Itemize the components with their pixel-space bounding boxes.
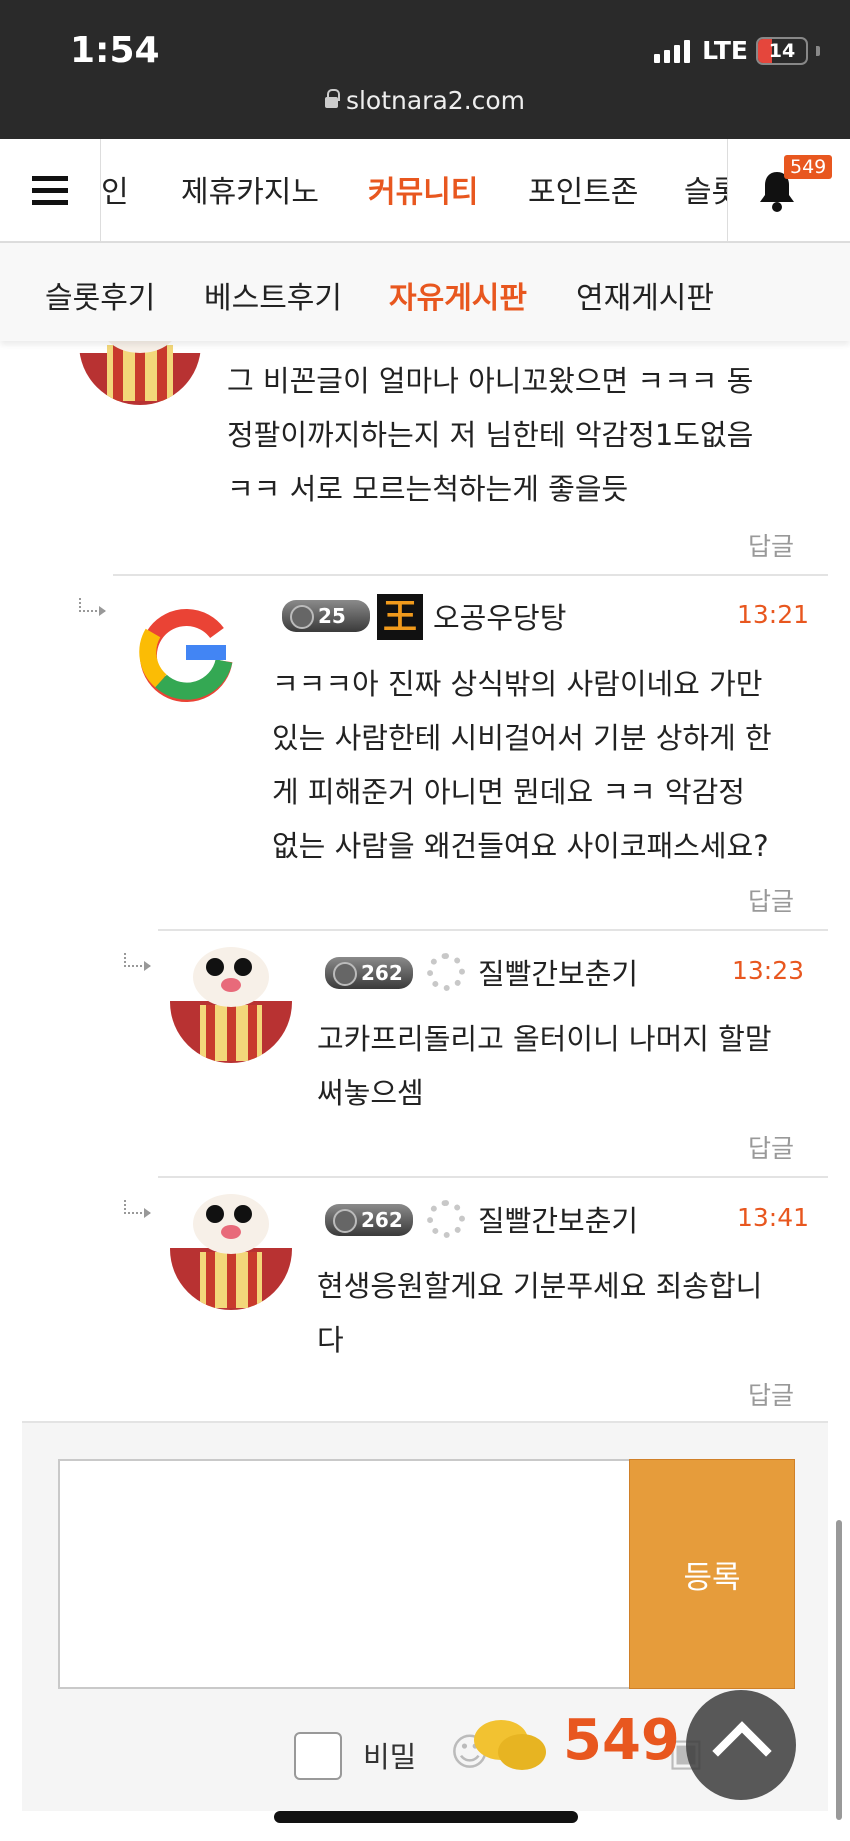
tab-serial-board[interactable]: 연재게시판 bbox=[576, 273, 714, 317]
status-bar: 1:54 LTE 14 slotnara2.com bbox=[0, 0, 850, 139]
main-nav: 인 제휴카지노 커뮤니티 포인트존 슬롯 549 bbox=[0, 139, 850, 243]
nav-items: 인 제휴카지노 커뮤니티 포인트존 슬롯 bbox=[101, 139, 727, 241]
level-badge: 262 bbox=[325, 1204, 413, 1236]
chat-bubble-icon-2 bbox=[498, 1734, 546, 1770]
reply-arrow-icon bbox=[124, 1200, 151, 1218]
scroll-top-button[interactable] bbox=[686, 1690, 796, 1800]
reply-link[interactable]: 답글 bbox=[748, 527, 794, 563]
secret-label: 비밀 bbox=[363, 1740, 417, 1774]
comment-input[interactable] bbox=[58, 1459, 652, 1689]
loading-icon bbox=[427, 953, 465, 991]
username[interactable]: 오공우당탕 bbox=[433, 595, 566, 637]
divider bbox=[113, 574, 828, 576]
nav-item-slot[interactable]: 슬롯 bbox=[684, 167, 727, 211]
tab-free-board[interactable]: 자유게시판 bbox=[389, 273, 527, 317]
reply-link[interactable]: 답글 bbox=[748, 882, 794, 918]
battery-tip bbox=[816, 45, 820, 56]
lock-icon bbox=[324, 88, 340, 108]
nav-item-partial[interactable]: 인 bbox=[101, 167, 129, 211]
google-avatar bbox=[125, 589, 247, 711]
address-bar[interactable]: slotnara2.com bbox=[0, 86, 850, 115]
sub-nav: 슬롯후기 베스트후기 자유게시판 연재게시판 bbox=[0, 243, 850, 341]
nav-item-community[interactable]: 커뮤니티 bbox=[368, 167, 478, 211]
network-label: LTE bbox=[702, 36, 748, 65]
hamburger-menu-icon[interactable] bbox=[0, 139, 101, 241]
reply-link[interactable]: 답글 bbox=[748, 1376, 794, 1412]
tab-slot-review[interactable]: 슬롯후기 bbox=[45, 273, 155, 317]
chat-count: 549 bbox=[563, 1708, 680, 1773]
level-badge: 262 bbox=[325, 957, 413, 989]
comment-text: ㅋㅋㅋ아 진짜 상식밖의 사람이네요 가만 있는 사람한테 시비걸어서 기분 상… bbox=[272, 667, 772, 863]
status-indicators: LTE 14 bbox=[654, 36, 820, 65]
nav-item-point-zone[interactable]: 포인트존 bbox=[528, 167, 638, 211]
google-icon bbox=[139, 609, 233, 702]
submit-button[interactable]: 등록 bbox=[629, 1459, 795, 1689]
url-text: slotnara2.com bbox=[345, 86, 526, 115]
nav-item-partner-casino[interactable]: 제휴카지노 bbox=[181, 167, 319, 211]
comment-time: 13:41 bbox=[737, 1203, 810, 1232]
signal-icon bbox=[654, 39, 691, 63]
divider bbox=[158, 929, 828, 931]
notification-button[interactable]: 549 bbox=[727, 139, 850, 241]
comment-time: 13:23 bbox=[732, 956, 805, 985]
chat-count-button[interactable]: 549 bbox=[460, 1690, 700, 1820]
home-indicator bbox=[274, 1811, 578, 1823]
username[interactable]: 질빨간보춘기 bbox=[478, 951, 638, 993]
tab-best-review[interactable]: 베스트후기 bbox=[204, 273, 342, 317]
avatar bbox=[170, 941, 292, 1063]
battery-icon: 14 bbox=[756, 36, 808, 65]
loading-icon bbox=[427, 1200, 465, 1238]
comment-text: 고카프리돌리고 올터이니 나머지 할말 써놓으셈 bbox=[317, 1022, 772, 1110]
reply-arrow-icon bbox=[79, 598, 106, 616]
comment-text: 그 비꼰글이 얼마나 아니꼬왔으면 ㅋㅋㅋ 동 정팔이까지하는지 저 님한테 악… bbox=[227, 364, 754, 506]
secret-checkbox[interactable] bbox=[294, 1732, 342, 1780]
reply-arrow-icon bbox=[124, 953, 151, 971]
scrollbar[interactable] bbox=[836, 1520, 842, 1820]
king-icon: 王 bbox=[377, 594, 423, 640]
level-badge: 25 bbox=[282, 600, 370, 632]
reply-link[interactable]: 답글 bbox=[748, 1129, 794, 1165]
notification-badge: 549 bbox=[784, 155, 833, 179]
divider bbox=[158, 1176, 828, 1178]
comment-text: 현생응원할게요 기분푸세요 죄송합니 다 bbox=[317, 1269, 763, 1357]
avatar bbox=[170, 1188, 292, 1310]
status-time: 1:54 bbox=[70, 30, 160, 71]
comment-time: 13:21 bbox=[737, 600, 810, 629]
username[interactable]: 질빨간보춘기 bbox=[478, 1198, 638, 1240]
